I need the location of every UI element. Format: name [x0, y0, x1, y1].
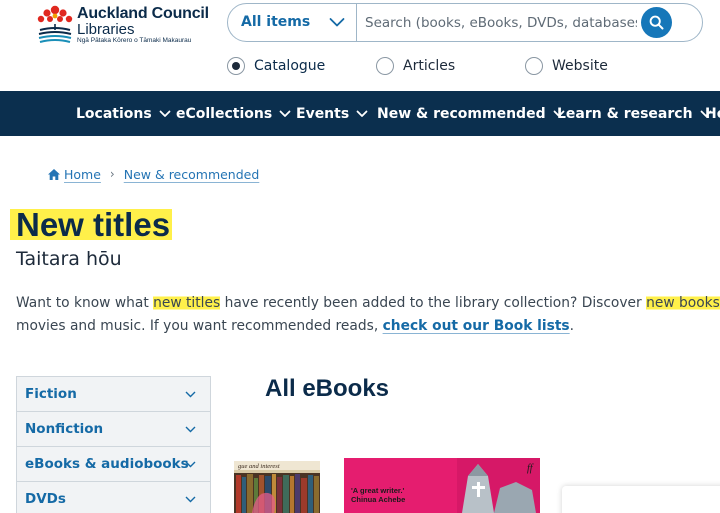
nav-item-label: Learn & research [557, 105, 693, 122]
sidebar-item-dvds[interactable]: DVDs [17, 482, 210, 513]
page-title: New titles [10, 205, 173, 245]
scope-option-catalogue[interactable]: Catalogue [227, 56, 325, 76]
radio-checked[interactable] [227, 57, 245, 75]
category-sidebar: Fiction Nonfiction eBooks & audiobooks D… [16, 376, 211, 513]
chevron-down-icon [159, 110, 171, 117]
nav-item-events[interactable]: Events [296, 91, 368, 136]
breadcrumb-home-link[interactable]: Home [64, 167, 101, 182]
highlighted-text: new books [646, 295, 720, 311]
intro-text: movies and music. If you want recommende… [16, 318, 383, 334]
breadcrumb: Home › New & recommended [47, 165, 259, 183]
radio-unchecked[interactable] [376, 57, 394, 75]
nav-item-label: Locations [76, 105, 152, 122]
chevron-down-icon [185, 461, 196, 468]
intro-text: Want to know what [16, 295, 154, 311]
intro-text: have recently been added to the library … [220, 295, 647, 311]
nav-item-label: He [705, 105, 720, 122]
sidebar-item-ebooks-audiobooks[interactable]: eBooks & audiobooks [17, 447, 210, 482]
site-header: Auckland Council Libraries Ngā Pātaka Kō… [0, 0, 720, 92]
scope-option-website[interactable]: Website [525, 56, 608, 76]
chevron-right-icon: › [109, 167, 115, 181]
breadcrumb-new-recommended-link[interactable]: New & recommended [124, 167, 260, 182]
highlighted-text: new titles [153, 295, 221, 311]
pohutukawa-logo-icon [37, 5, 73, 43]
book-lists-link[interactable]: check out our Book lists [383, 318, 570, 334]
cover-text: gue and interest [238, 463, 280, 470]
book-cover[interactable]: gue and interest [234, 461, 320, 513]
scope-label: Catalogue [254, 58, 326, 74]
logo-tagline: Ngā Pātaka Kōrero o Tāmaki Makaurau [77, 37, 192, 44]
chevron-down-icon [185, 426, 196, 433]
chevron-down-icon [329, 18, 345, 27]
search-input[interactable] [365, 10, 637, 35]
page-title-text: New titles [10, 206, 173, 243]
chevron-down-icon [356, 110, 368, 117]
sidebar-item-nonfiction[interactable]: Nonfiction [17, 412, 210, 447]
chevron-down-icon [185, 391, 196, 398]
intro-line: movies and music. If you want recommende… [16, 315, 720, 338]
sidebar-item-label: Fiction [25, 386, 77, 402]
book-cover[interactable]: 'A great writer.' Chinua Achebe ff [344, 458, 540, 513]
cover-quote-author: Chinua Achebe [351, 495, 406, 504]
scope-option-articles[interactable]: Articles [376, 56, 455, 76]
floating-card [562, 486, 720, 513]
cover-quote-text: 'A great writer.' [351, 486, 405, 495]
search-button[interactable] [641, 7, 672, 38]
main-nav: Locations eCollections Events New & reco… [0, 91, 720, 136]
logo-title: Auckland Council [77, 5, 209, 22]
chevron-down-icon [279, 110, 291, 117]
nav-item-learn-research[interactable]: Learn & research [557, 91, 712, 136]
nav-item-label: New & recommended [377, 105, 546, 122]
scope-label: Articles [403, 58, 456, 74]
publisher-mark: ff [527, 463, 533, 474]
cover-quote: 'A great writer.' Chinua Achebe [351, 486, 405, 504]
search-scope-select[interactable]: All items [228, 4, 357, 41]
sidebar-item-label: Nonfiction [25, 421, 104, 437]
sidebar-item-fiction[interactable]: Fiction [17, 377, 210, 412]
nav-item-locations[interactable]: Locations [76, 91, 171, 136]
page-subtitle: Taitara hōu [16, 248, 122, 270]
nav-item-new-recommended[interactable]: New & recommended [377, 91, 565, 136]
logo-subtitle: Libraries [77, 21, 135, 38]
site-logo[interactable]: Auckland Council Libraries Ngā Pātaka Kō… [36, 2, 209, 46]
intro-line: Want to know what new titles have recent… [16, 292, 720, 315]
nav-item-help[interactable]: He [705, 91, 720, 136]
home-icon [48, 168, 60, 180]
section-title: All eBooks [265, 375, 390, 402]
scope-label: Website [552, 58, 608, 74]
intro-text: . [569, 318, 575, 334]
book-cover-art: gue and interest [234, 461, 320, 513]
sidebar-item-label: eBooks & audiobooks [25, 456, 189, 472]
search-icon [649, 15, 664, 30]
sidebar-item-label: DVDs [25, 491, 66, 507]
search-scope-label: All items [241, 14, 311, 30]
chevron-down-icon [185, 496, 196, 503]
intro-paragraph: Want to know what new titles have recent… [16, 292, 720, 338]
nav-item-label: eCollections [176, 105, 273, 122]
search-bar: All items [227, 3, 703, 42]
nav-item-label: Events [296, 105, 350, 122]
nav-item-ecollections[interactable]: eCollections [176, 91, 291, 136]
radio-unchecked[interactable] [525, 57, 543, 75]
